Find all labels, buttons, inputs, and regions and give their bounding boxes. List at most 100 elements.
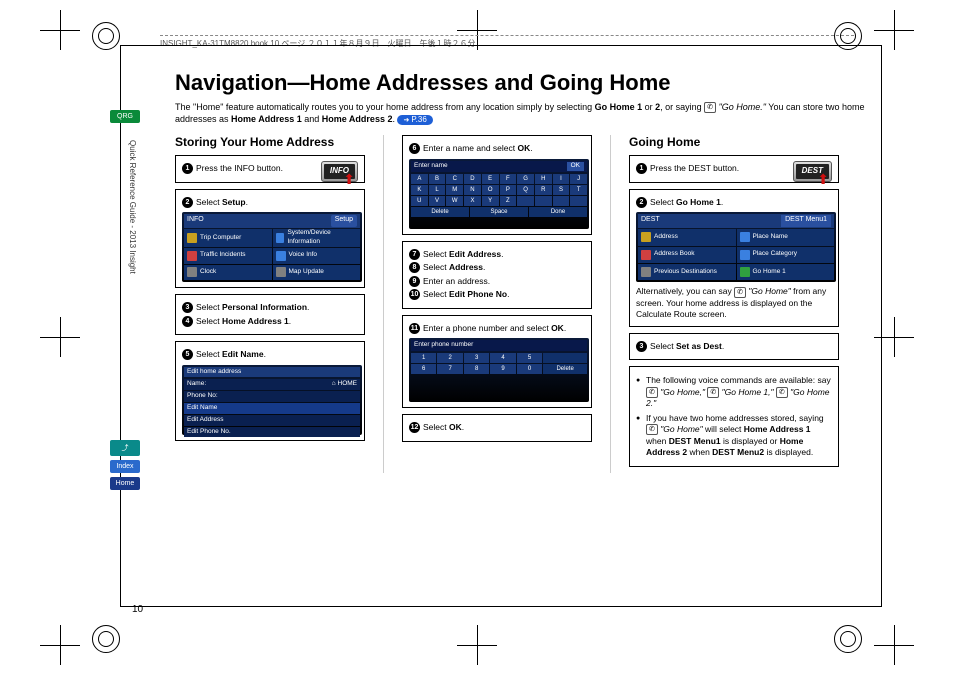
voice-icon: ✆ [707, 387, 719, 398]
dest-hardware-button: DEST ⬆ [793, 161, 832, 182]
step-number-icon: 8 [409, 262, 420, 273]
crop-mark [874, 10, 914, 50]
step-number-icon: 11 [409, 323, 420, 334]
step-text: Select Set as Dest. [650, 341, 832, 352]
dest-cell: Place Name [737, 229, 835, 245]
step-box-11: 11Enter a phone number and select OK. En… [402, 315, 592, 408]
step-text: Press the DEST button. [650, 163, 793, 174]
phone-delete: Delete [543, 364, 587, 374]
info-hardware-button: INFO ⬆ [321, 161, 358, 182]
step-text: Select Personal Information. [196, 302, 358, 313]
column-divider [610, 135, 611, 473]
page-ref-pill[interactable]: P.36 [397, 115, 432, 125]
page-number: 10 [132, 604, 143, 615]
note-bullet: The following voice commands are availab… [636, 375, 832, 409]
dest-screen-mock: DEST DEST Menu1 Address Place Name Addres… [636, 212, 836, 282]
step-number-icon: 10 [409, 289, 420, 300]
step-text: Press the INFO button. [196, 163, 321, 174]
gh-notes-box: The following voice commands are availab… [629, 366, 839, 467]
side-tabs-lower: ⤴ Index Home [110, 440, 140, 494]
screen-title: INFO [187, 215, 204, 227]
intro-quote: "Go Home." [719, 102, 766, 112]
step-box-6: 6Enter a name and select OK. Enter name O… [402, 135, 592, 234]
voice-icon: ✆ [776, 387, 788, 398]
tab-voice[interactable]: ⤴ [110, 440, 140, 456]
going-home-heading: Going Home [629, 135, 839, 149]
step-number-icon: 3 [182, 302, 193, 313]
info-cell: Clock [184, 265, 272, 281]
tab-qrg[interactable]: QRG [110, 110, 140, 123]
note-bullet: If you have two home addresses stored, s… [636, 413, 832, 459]
screen-menu: DEST Menu1 [781, 215, 831, 227]
kbd-done: Done [529, 207, 587, 217]
info-cell: Map Update [273, 265, 361, 281]
column-divider [383, 135, 384, 473]
step-number-icon: 7 [409, 249, 420, 260]
alt-text: Alternatively, you can say ✆ "Go Home" f… [636, 286, 832, 320]
intro-text: and [302, 114, 322, 124]
side-tabs-upper: QRG [110, 110, 140, 127]
side-label: Quick Reference Guide - 2013 Insight [128, 140, 137, 274]
page-title: Navigation—Home Addresses and Going Home [175, 70, 865, 96]
kbd-space: Space [470, 207, 528, 217]
voice-icon: ✆ [704, 102, 716, 113]
edit-row: Phone No: [184, 391, 360, 402]
keyboard-screen-mock: Enter nameOK ABCDEFGHIJ KLMNOPQRST UVWXY… [409, 159, 589, 229]
voice-icon: ✆ [646, 424, 658, 435]
step-text: Enter a name and select OK. [423, 143, 585, 154]
step-number-icon: 3 [636, 341, 647, 352]
screen-title: Enter name [414, 162, 448, 171]
column-storing-2: 6Enter a name and select OK. Enter name O… [402, 135, 592, 473]
step-box-1: INFO ⬆ 1Press the INFO button. [175, 155, 365, 182]
intro-bold: Go Home 1 [595, 102, 643, 112]
info-screen-mock: INFOSetup Trip Computer System/Device In… [182, 212, 362, 282]
step-text: Select Address. [423, 262, 585, 273]
dest-cell: Go Home 1 [737, 264, 835, 280]
screen-title: DEST [641, 215, 660, 227]
step-box-7-10: 7Select Edit Address. 8Select Address. 9… [402, 241, 592, 309]
edit-row: Name:⌂ HOME [184, 379, 360, 390]
step-number-icon: 5 [182, 349, 193, 360]
step-text: Select Setup. [196, 197, 358, 208]
crop-mark [874, 625, 914, 665]
voice-icon: ✆ [734, 287, 746, 298]
info-cell: System/Device Information [273, 229, 361, 247]
page-content: Navigation—Home Addresses and Going Home… [175, 70, 865, 473]
step-number-icon: 1 [636, 163, 647, 174]
crop-mark [40, 625, 80, 665]
screen-title: Edit home address [184, 367, 360, 378]
arrow-icon: ⬆ [343, 170, 355, 189]
info-cell: Voice Info [273, 248, 361, 264]
crop-mark [457, 625, 497, 665]
dest-cell: Address Book [638, 247, 736, 263]
intro-bold: Home Address 2 [322, 114, 393, 124]
step-box-12: 12Select OK. [402, 414, 592, 441]
registration-target [92, 625, 120, 653]
kbd-delete: Delete [411, 207, 469, 217]
intro-bold: Home Address 1 [231, 114, 302, 124]
step-text: Select Edit Name. [196, 349, 358, 360]
step-text: Select Edit Address. [423, 249, 585, 260]
gh-step-box-3: 3Select Set as Dest. [629, 333, 839, 360]
step-number-icon: 1 [182, 163, 193, 174]
dest-cell: Address [638, 229, 736, 245]
tab-home[interactable]: Home [110, 477, 140, 490]
step-number-icon: 4 [182, 316, 193, 327]
intro-text: The "Home" feature automatically routes … [175, 102, 595, 112]
step-number-icon: 6 [409, 143, 420, 154]
intro-text: or [642, 102, 655, 112]
ok-label: OK [567, 162, 584, 171]
step-text: Enter an address. [423, 276, 585, 287]
tab-index[interactable]: Index [110, 460, 140, 473]
dest-cell: Place Category [737, 247, 835, 263]
step-text: Enter a phone number and select OK. [423, 323, 585, 334]
edit-row: Edit Phone No. [184, 427, 360, 438]
registration-target [92, 22, 120, 50]
edit-screen-mock: Edit home address Name:⌂ HOME Phone No: … [182, 365, 362, 435]
screen-title: Enter phone number [411, 340, 587, 351]
intro-text: , or saying [660, 102, 704, 112]
step-box-5: 5Select Edit Name. Edit home address Nam… [175, 341, 365, 440]
gh-step-box-1: DEST ⬆ 1Press the DEST button. [629, 155, 839, 182]
phone-key [543, 353, 587, 363]
column-going-home: Going Home DEST ⬆ 1Press the DEST button… [629, 135, 839, 473]
